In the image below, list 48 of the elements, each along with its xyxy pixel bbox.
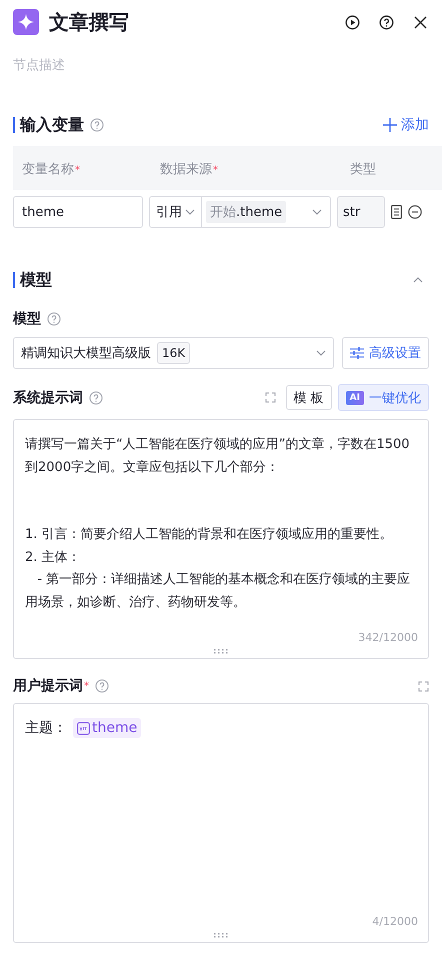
context-badge: 16K — [157, 342, 190, 364]
expand-icon[interactable] — [264, 392, 276, 403]
source-mode-select[interactable]: 引用 — [150, 197, 202, 227]
resize-handle[interactable] — [213, 933, 229, 938]
help-icon[interactable] — [377, 13, 395, 31]
required-mark: * — [213, 165, 218, 176]
chevron-down-icon[interactable] — [312, 209, 322, 215]
run-icon[interactable] — [343, 13, 361, 31]
required-mark: * — [84, 680, 89, 692]
user-prompt-field[interactable]: 主题： theme 4/12000 — [13, 703, 429, 943]
column-header: 数据来源 — [160, 162, 212, 177]
char-count: 342/12000 — [358, 631, 418, 644]
field-label: 系统提示词 — [13, 388, 83, 406]
plus-icon — [383, 118, 397, 132]
node-title: 文章撰写 — [49, 8, 129, 36]
resize-handle[interactable] — [213, 649, 229, 654]
collapse-icon[interactable] — [413, 277, 423, 283]
model-select[interactable]: 精调知识大模型高级版 16K — [13, 337, 334, 369]
required-mark: * — [75, 165, 80, 176]
prompt-text: 请撰写一篇关于“人工智能在医疗领域的应用”的文章，字数在1500到2000字之间。文章应包括以下几个部分： 1. 引言：简要介绍人工智能的背景和在医疗领域应用的重要性。 2. 主体： - 第一部分：详细描述人工智能的基本概念和在医疗领域的主要应用场景，如诊断、治疗、药物研发等。 — [25, 436, 412, 612]
document-icon[interactable] — [391, 205, 402, 219]
remove-icon[interactable] — [408, 205, 422, 219]
system-prompt-field[interactable]: 请撰写一篇关于“人工智能在医疗领域的应用”的文章，字数在1500到2000字之间。文章应包括以下几个部分： 1. 引言：简要介绍人工智能的背景和在医疗领域应用的重要性。 2. 主体： - 第一部分：详细描述人工智能的基本概念和在医疗领域的主要应用场景，如诊断、治疗、药物研发等。 342/12000 — [13, 419, 429, 659]
prompt-text: 主题： — [25, 719, 67, 737]
sparkle-logo-icon — [13, 9, 39, 35]
expand-icon[interactable] — [418, 680, 429, 692]
field-label: 模型 — [13, 310, 41, 328]
model-name: 精调知识大模型高级版 — [21, 345, 151, 362]
advanced-settings-button[interactable]: 高级设置 — [342, 337, 429, 369]
ai-badge: AI — [346, 390, 364, 404]
column-header: 类型 — [350, 162, 376, 177]
variable-tag[interactable]: theme — [73, 718, 142, 738]
variable-icon — [77, 722, 90, 734]
section-title: 输入变量 — [13, 117, 84, 133]
source-field[interactable]: 引用 开始.theme — [149, 196, 331, 228]
field-label: 用户提示词 — [13, 677, 83, 695]
char-count: 4/12000 — [372, 915, 418, 928]
chevron-down-icon[interactable] — [185, 209, 195, 215]
template-button[interactable]: 模 板 — [286, 385, 332, 410]
chevron-down-icon[interactable] — [316, 350, 326, 356]
type-field[interactable]: str — [337, 196, 385, 228]
column-header: 变量名称 — [22, 162, 74, 177]
variable-name-field[interactable]: theme — [13, 196, 143, 228]
optimize-button[interactable]: AI 一键优化 — [338, 384, 429, 411]
source-value: 开始.theme — [206, 201, 286, 223]
section-title: 模型 — [13, 272, 52, 288]
add-button[interactable]: 添加 — [383, 116, 429, 134]
sliders-icon — [350, 347, 364, 359]
